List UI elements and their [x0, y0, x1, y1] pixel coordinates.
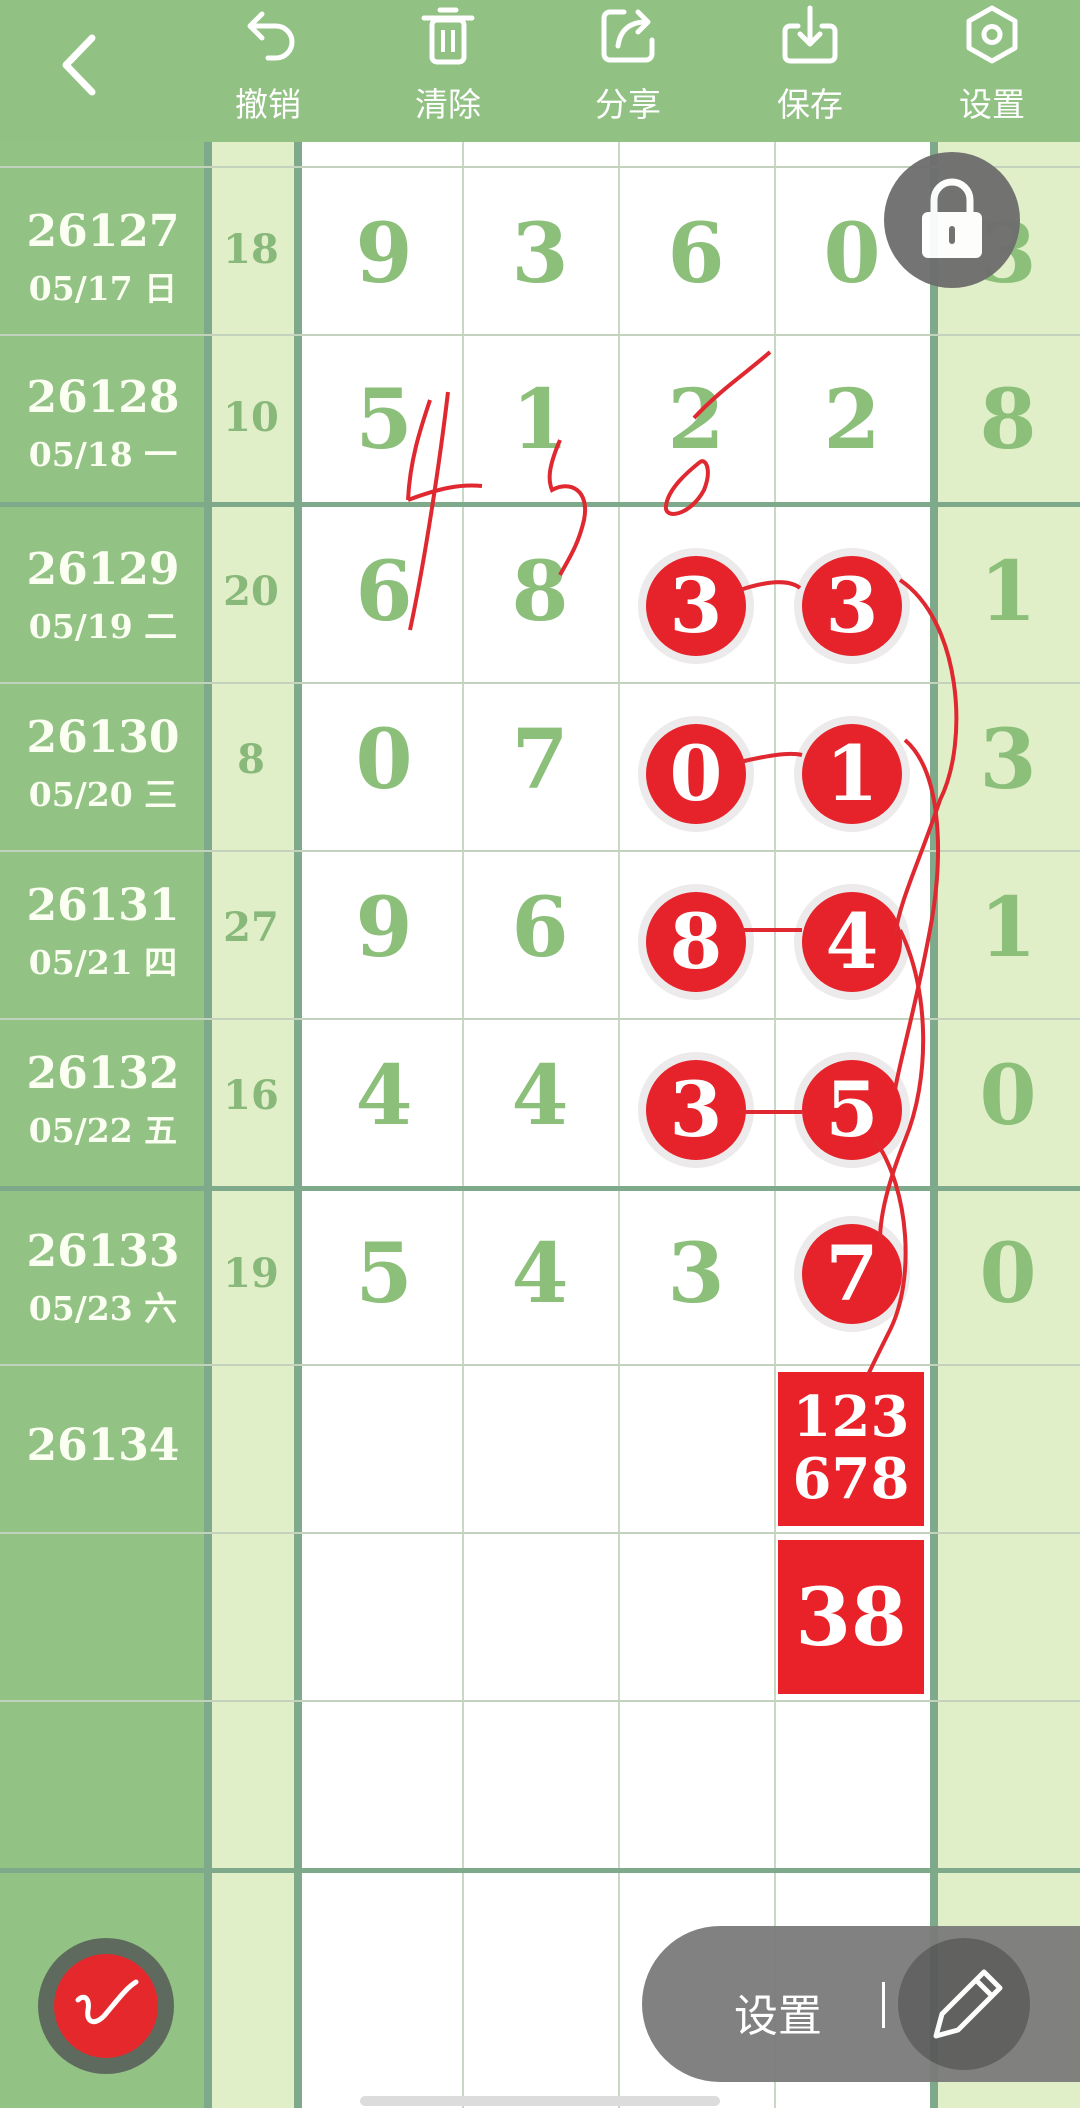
- digit-cell[interactable]: 2: [774, 372, 930, 468]
- back-button[interactable]: [48, 30, 118, 100]
- digit-cell[interactable]: 6: [462, 880, 618, 976]
- grid-line: [0, 682, 1080, 684]
- period-date: 05/21 四: [28, 943, 178, 982]
- digit-cell[interactable]: 6: [618, 206, 774, 302]
- digit-cell[interactable]: 4: [306, 1048, 462, 1144]
- marked-digit-ball[interactable]: 8: [638, 884, 754, 1000]
- digit-cell[interactable]: 9: [306, 880, 462, 976]
- marked-digit-ball[interactable]: 3: [794, 548, 910, 664]
- period-date: 05/23 六: [28, 1289, 178, 1328]
- digit-cell[interactable]: 3: [618, 1226, 774, 1322]
- period-number: 26129: [26, 544, 180, 595]
- right-digit: 0: [979, 1048, 1037, 1144]
- right-digit: 3: [979, 712, 1037, 808]
- digit-cell[interactable]: 4: [462, 1226, 618, 1322]
- sum-value: 19: [223, 1250, 279, 1297]
- marked-digit-ball[interactable]: 5: [794, 1052, 910, 1168]
- digit-cell[interactable]: 0: [306, 712, 462, 808]
- pencil-icon: [933, 1969, 1003, 2039]
- digit-cell[interactable]: 6: [306, 544, 462, 640]
- pen-color-swatch: [54, 1954, 158, 2058]
- marked-digit-ball[interactable]: 4: [794, 884, 910, 1000]
- marked-digit-ball[interactable]: 7: [794, 1216, 910, 1332]
- digit-cell[interactable]: 9: [306, 206, 462, 302]
- period-date: 05/22 五: [28, 1111, 178, 1150]
- period-number: 26131: [26, 880, 180, 931]
- clear-button[interactable]: 清除: [388, 0, 508, 142]
- chevron-left-icon: [62, 34, 96, 96]
- save-label: 保存: [777, 85, 843, 124]
- prediction-box[interactable]: 38: [778, 1540, 924, 1694]
- grid-line: [0, 850, 1080, 852]
- digit-cell[interactable]: 7: [462, 712, 618, 808]
- digit-cell[interactable]: 5: [306, 372, 462, 468]
- grid-line: [0, 502, 1080, 507]
- digit-cell[interactable]: 4: [462, 1048, 618, 1144]
- save-button[interactable]: 保存: [750, 0, 870, 142]
- right-digit: 0: [979, 1226, 1037, 1322]
- right-digit: 1: [979, 880, 1037, 976]
- period-date: 05/20 三: [28, 775, 178, 814]
- grid-line: [0, 1018, 1080, 1020]
- marked-digit-ball[interactable]: 3: [638, 1052, 754, 1168]
- pill-divider: [882, 1982, 885, 2028]
- period-number: 26130: [26, 712, 180, 763]
- grid-line: [0, 334, 1080, 336]
- digit-cell[interactable]: 3: [462, 206, 618, 302]
- prediction-line-2: 678: [792, 1446, 910, 1512]
- period-date: 05/17 日: [28, 269, 178, 308]
- marked-digit-ball[interactable]: 1: [794, 716, 910, 832]
- trash-icon: [421, 7, 475, 65]
- grid-line: [0, 1532, 1080, 1534]
- home-indicator: [360, 2096, 720, 2106]
- right-digit: 1: [979, 544, 1037, 640]
- grid-line: [0, 1868, 1080, 1873]
- pill-settings-button[interactable]: 设置: [734, 1980, 822, 2044]
- undo-icon: [247, 11, 295, 61]
- period-number: 26134: [26, 1420, 180, 1471]
- edit-button[interactable]: [898, 1938, 1030, 2070]
- pen-color-button[interactable]: [38, 1938, 174, 2074]
- sum-value: 27: [223, 904, 279, 951]
- sum-value: 8: [237, 736, 265, 783]
- grid-line: [0, 1700, 1080, 1702]
- digit-cell[interactable]: 5: [306, 1226, 462, 1322]
- sum-value: 18: [223, 226, 279, 273]
- period-number: 26128: [26, 372, 180, 423]
- bottom-settings-pill: 设置: [642, 1926, 1080, 2082]
- period-number: 26132: [26, 1048, 180, 1099]
- share-label: 分享: [595, 85, 661, 124]
- period-date: 05/18 一: [28, 435, 178, 474]
- period-number: 26133: [26, 1226, 180, 1277]
- pen-icon: [75, 1979, 139, 2025]
- gear-icon: [966, 5, 1018, 64]
- sum-value: 20: [223, 568, 279, 615]
- digit-cell[interactable]: 1: [462, 372, 618, 468]
- undo-label: 撤销: [235, 85, 301, 124]
- sum-value: 10: [223, 394, 279, 441]
- share-icon: [601, 9, 655, 63]
- share-button[interactable]: 分享: [568, 0, 688, 142]
- grid-line: [0, 1364, 1080, 1366]
- period-date: 05/19 二: [28, 607, 178, 646]
- undo-button[interactable]: 撤销: [208, 0, 328, 142]
- settings-label: 设置: [959, 85, 1025, 124]
- lock-button[interactable]: [884, 152, 1020, 288]
- top-toolbar: 撤销 清除 分享 保存 设置: [0, 0, 1080, 142]
- marked-digit-ball[interactable]: 3: [638, 548, 754, 664]
- digit-cell[interactable]: 8: [462, 544, 618, 640]
- digit-cell[interactable]: 2: [618, 372, 774, 468]
- right-digit: 8: [979, 372, 1037, 468]
- grid-line: [0, 1186, 1080, 1191]
- period-number: 26127: [26, 206, 180, 257]
- download-icon: [782, 5, 838, 64]
- lock-icon: [922, 178, 982, 258]
- sum-value: 16: [223, 1072, 279, 1119]
- prediction-box[interactable]: 123 678: [778, 1372, 924, 1526]
- prediction-line-1: 123: [792, 1384, 910, 1450]
- settings-button[interactable]: 设置: [932, 0, 1052, 142]
- marked-digit-ball[interactable]: 0: [638, 716, 754, 832]
- clear-label: 清除: [415, 85, 481, 124]
